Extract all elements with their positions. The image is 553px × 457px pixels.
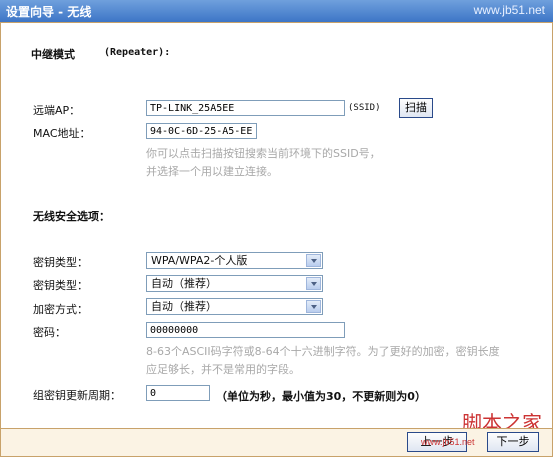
key-type-label-2: 密钥类型：: [33, 279, 88, 292]
chevron-down-icon[interactable]: [306, 254, 321, 267]
chevron-down-icon[interactable]: [306, 277, 321, 290]
mode-label: 中继模式: [31, 48, 75, 61]
password-hint-line2: 应足够长，并不是常用的字段。: [146, 363, 300, 376]
next-button[interactable]: 下一步: [487, 432, 539, 452]
encryption-select[interactable]: 自动（推荐）: [146, 298, 323, 315]
password-label: 密码：: [33, 326, 66, 339]
key-type-select-1-value: WPA/WPA2-个人版: [151, 254, 248, 267]
footer-watermark-url: www.jb51.net: [421, 437, 475, 447]
key-type-select-2-value: 自动（推荐）: [151, 277, 217, 290]
password-input[interactable]: 00000000: [146, 322, 345, 338]
encryption-select-value: 自动（推荐）: [151, 300, 217, 313]
group-key-input[interactable]: 0: [146, 385, 210, 401]
mac-label: MAC地址：: [33, 127, 91, 140]
group-key-note: （单位为秒，最小值为30，不更新则为0）: [216, 390, 426, 403]
group-key-label: 组密钥更新周期：: [33, 389, 121, 402]
password-hint: 8-63个ASCII码字符或8-64个十六进制字符。为了更好的加密，密钥长度 应…: [146, 343, 500, 379]
encryption-label: 加密方式：: [33, 303, 88, 316]
scan-hint-line2: 并选择一个用以建立连接。: [146, 165, 278, 178]
key-type-select-2[interactable]: 自动（推荐）: [146, 275, 323, 292]
mac-input[interactable]: 94-0C-6D-25-A5-EE: [146, 123, 257, 139]
remote-ap-label: 远端AP：: [33, 104, 81, 117]
window-title: 设置向导 - 无线: [6, 5, 92, 19]
key-type-label-1: 密钥类型：: [33, 256, 88, 269]
scan-hint-line1: 你可以点击扫描按钮搜索当前环境下的SSID号，: [146, 147, 381, 160]
ssid-suffix: (SSID): [348, 103, 381, 113]
mode-value: (Repeater):: [104, 47, 171, 58]
password-hint-line1: 8-63个ASCII码字符或8-64个十六进制字符。为了更好的加密，密钥长度: [146, 345, 500, 358]
title-bar: 设置向导 - 无线 www.jb51.net: [0, 0, 553, 22]
security-section-label: 无线安全选项：: [33, 210, 110, 223]
scan-hint: 你可以点击扫描按钮搜索当前环境下的SSID号， 并选择一个用以建立连接。: [146, 145, 381, 181]
wizard-panel: 中继模式 (Repeater): 远端AP： TP-LINK_25A5EE (S…: [0, 22, 553, 457]
watermark-text: www.jb51.net: [473, 3, 545, 17]
chevron-down-icon[interactable]: [306, 300, 321, 313]
remote-ap-input[interactable]: TP-LINK_25A5EE: [146, 100, 345, 116]
scan-button[interactable]: 扫描: [399, 98, 433, 118]
footer-bar: 上一步 下一步 www.jb51.net: [1, 429, 552, 456]
key-type-select-1[interactable]: WPA/WPA2-个人版: [146, 252, 323, 269]
